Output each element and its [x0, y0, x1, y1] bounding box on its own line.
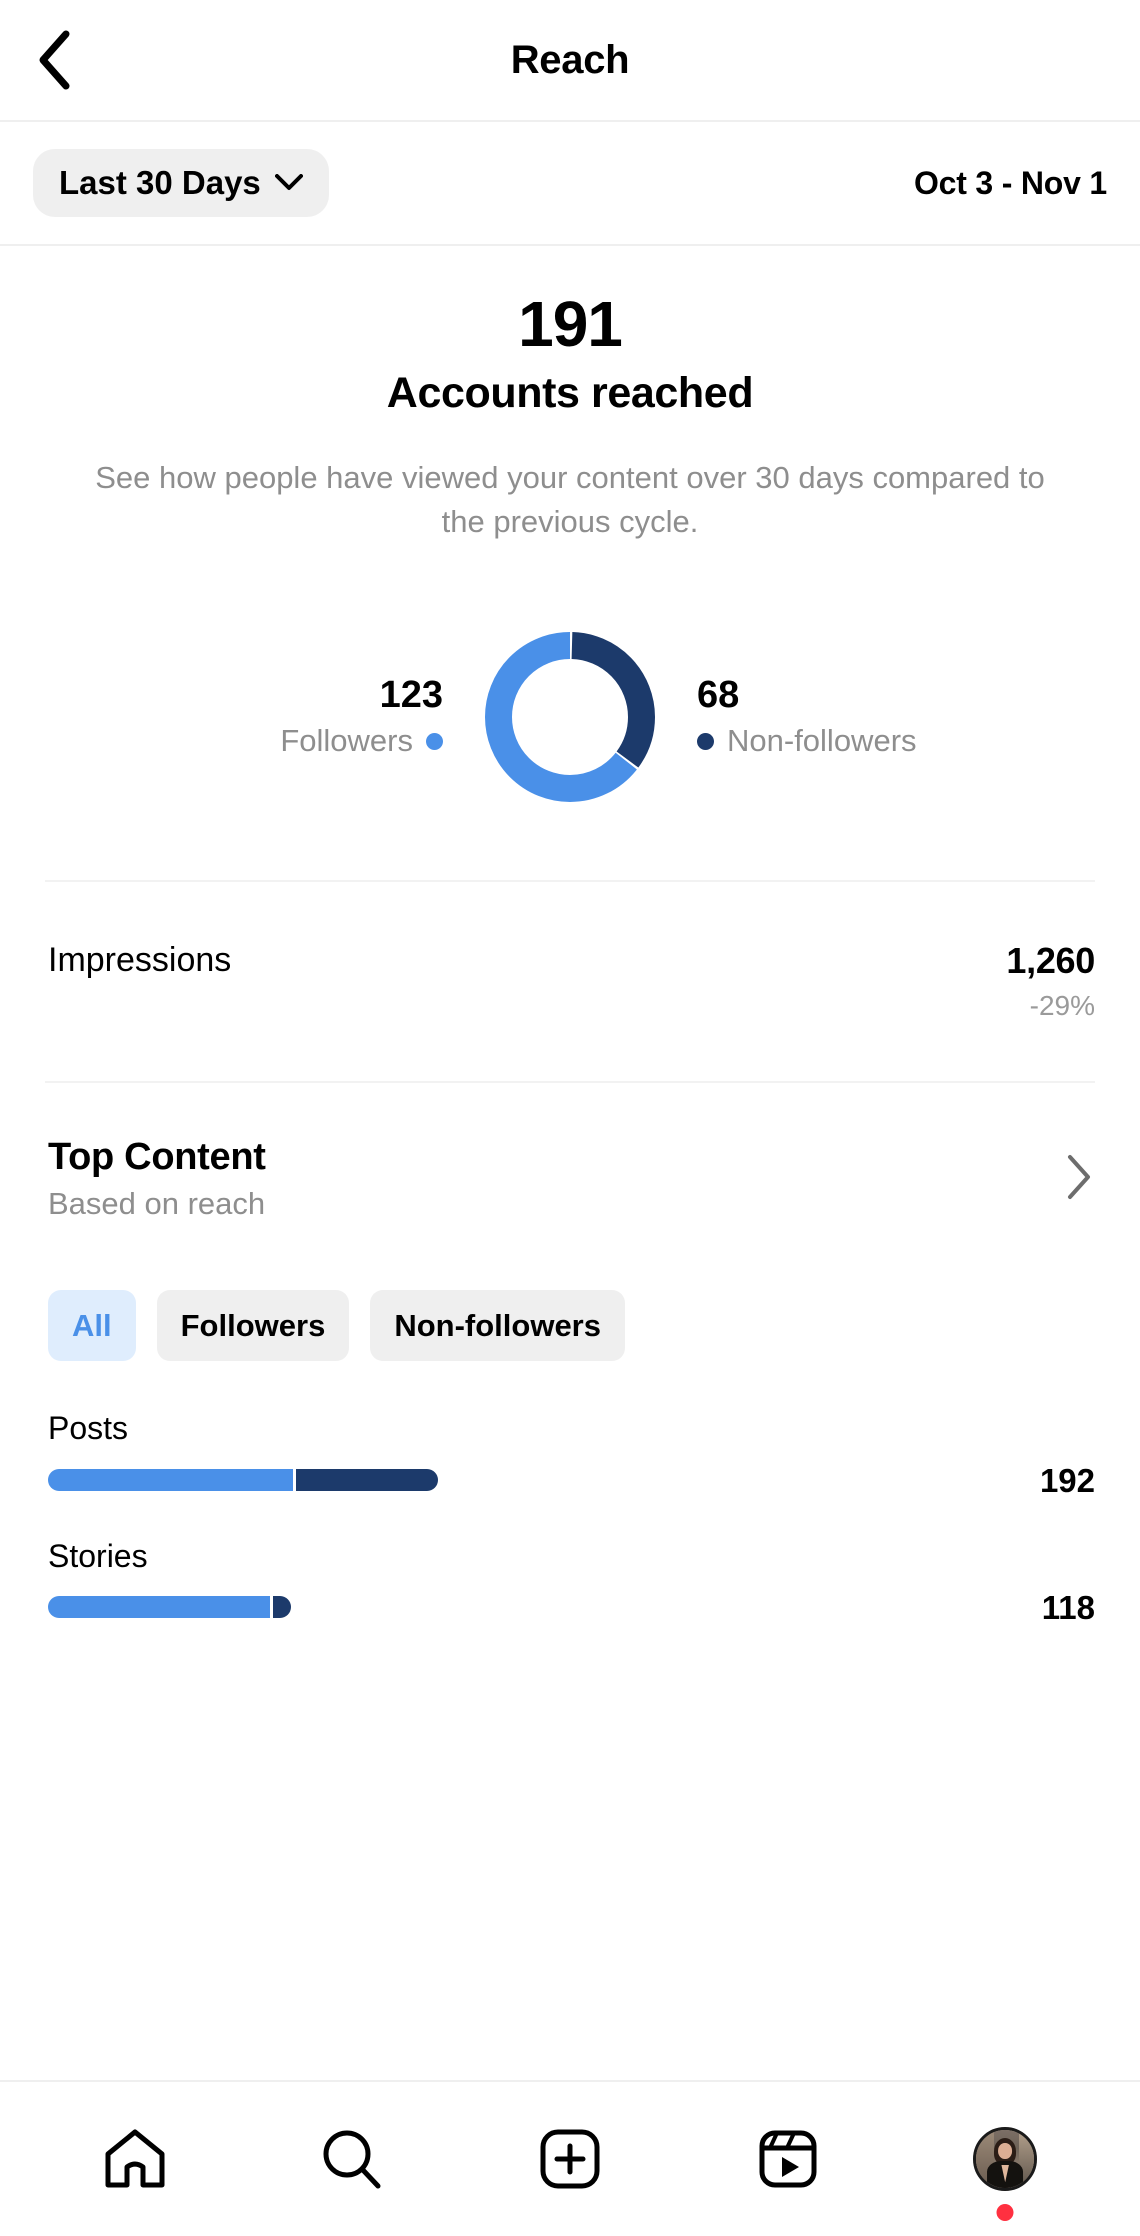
chevron-left-icon — [35, 29, 75, 91]
top-content-subtitle: Based on reach — [48, 1186, 266, 1222]
legend-nonfollowers-value: 68 — [697, 673, 740, 716]
donut-chart — [485, 631, 655, 802]
impressions-change: -29% — [1029, 990, 1095, 1022]
chip-followers[interactable]: Followers — [156, 1290, 350, 1362]
scroll-content: 191 Accounts reached See how people have… — [0, 246, 1140, 2080]
bar-value-stories: 118 — [1041, 1588, 1095, 1626]
top-content-title: Top Content — [48, 1135, 266, 1178]
legend-followers-label: Followers — [280, 723, 413, 759]
bar-track-stories — [48, 1596, 981, 1619]
nav-create[interactable] — [515, 2104, 625, 2214]
nav-profile[interactable] — [950, 2104, 1060, 2221]
accounts-reached-value: 191 — [518, 288, 623, 360]
bar-segment-stories-followers — [48, 1596, 270, 1619]
date-range-selector[interactable]: Last 30 Days — [33, 149, 329, 217]
legend-nonfollowers-dot — [697, 733, 714, 751]
home-icon — [102, 2126, 168, 2192]
nav-home[interactable] — [80, 2104, 190, 2214]
chevron-right-icon[interactable] — [1066, 1154, 1092, 1205]
screen-header: Reach — [0, 0, 1140, 122]
chip-all[interactable]: All — [48, 1290, 136, 1362]
date-range-selector-label: Last 30 Days — [59, 164, 261, 201]
legend-nonfollowers: 68 Non-followers — [655, 673, 985, 761]
chevron-down-icon — [274, 173, 303, 194]
reels-icon — [755, 2126, 821, 2192]
impressions-row: Impressions 1,260 -29% — [0, 882, 1140, 1081]
bar-track-posts — [48, 1469, 981, 1492]
nav-reels[interactable] — [733, 2104, 843, 2214]
date-filter-bar: Last 30 Days Oct 3 - Nov 1 — [0, 122, 1140, 246]
legend-nonfollowers-label: Non-followers — [727, 723, 917, 759]
bar-row-posts: Posts 192 — [48, 1409, 1095, 1499]
summary-description: See how people have viewed your content … — [95, 459, 1045, 539]
content-type-bars: Posts 192 Stories 118 — [0, 1361, 1140, 1624]
legend-followers-value: 123 — [379, 673, 443, 716]
legend-followers-dot — [426, 733, 443, 751]
reach-breakdown-chart: 123 Followers 68 Non-followers — [0, 602, 1140, 832]
bar-segment-stories-nonfollowers — [273, 1596, 291, 1619]
nav-search[interactable] — [297, 2104, 407, 2214]
top-content-header[interactable]: Top Content Based on reach — [0, 1083, 1140, 1224]
bar-segment-posts-nonfollowers — [296, 1469, 438, 1492]
reach-summary: 191 Accounts reached See how people have… — [0, 246, 1140, 544]
bottom-navigation — [0, 2080, 1140, 2236]
legend-followers: 123 Followers — [155, 673, 485, 761]
bar-segment-posts-followers — [48, 1469, 293, 1492]
reach-insights-screen: Reach Last 30 Days Oct 3 - Nov 1 191 Acc… — [0, 0, 1140, 2236]
accounts-reached-label: Accounts reached — [386, 369, 754, 418]
notification-badge — [996, 2204, 1014, 2221]
impressions-label: Impressions — [48, 940, 232, 979]
bar-label-stories: Stories — [48, 1537, 148, 1574]
search-icon — [319, 2126, 385, 2192]
bar-row-stories: Stories 118 — [48, 1537, 1095, 1624]
date-range-text: Oct 3 - Nov 1 — [913, 164, 1107, 201]
back-button[interactable] — [20, 25, 90, 95]
audience-filter-chips: All Followers Non-followers — [0, 1224, 1140, 1362]
create-icon — [537, 2126, 603, 2192]
impressions-value: 1,260 — [1006, 939, 1095, 981]
profile-avatar — [973, 2127, 1038, 2191]
page-title: Reach — [510, 37, 630, 82]
chip-nonfollowers[interactable]: Non-followers — [370, 1290, 625, 1362]
bar-value-posts: 192 — [1039, 1461, 1095, 1499]
bar-label-posts: Posts — [48, 1410, 129, 1447]
